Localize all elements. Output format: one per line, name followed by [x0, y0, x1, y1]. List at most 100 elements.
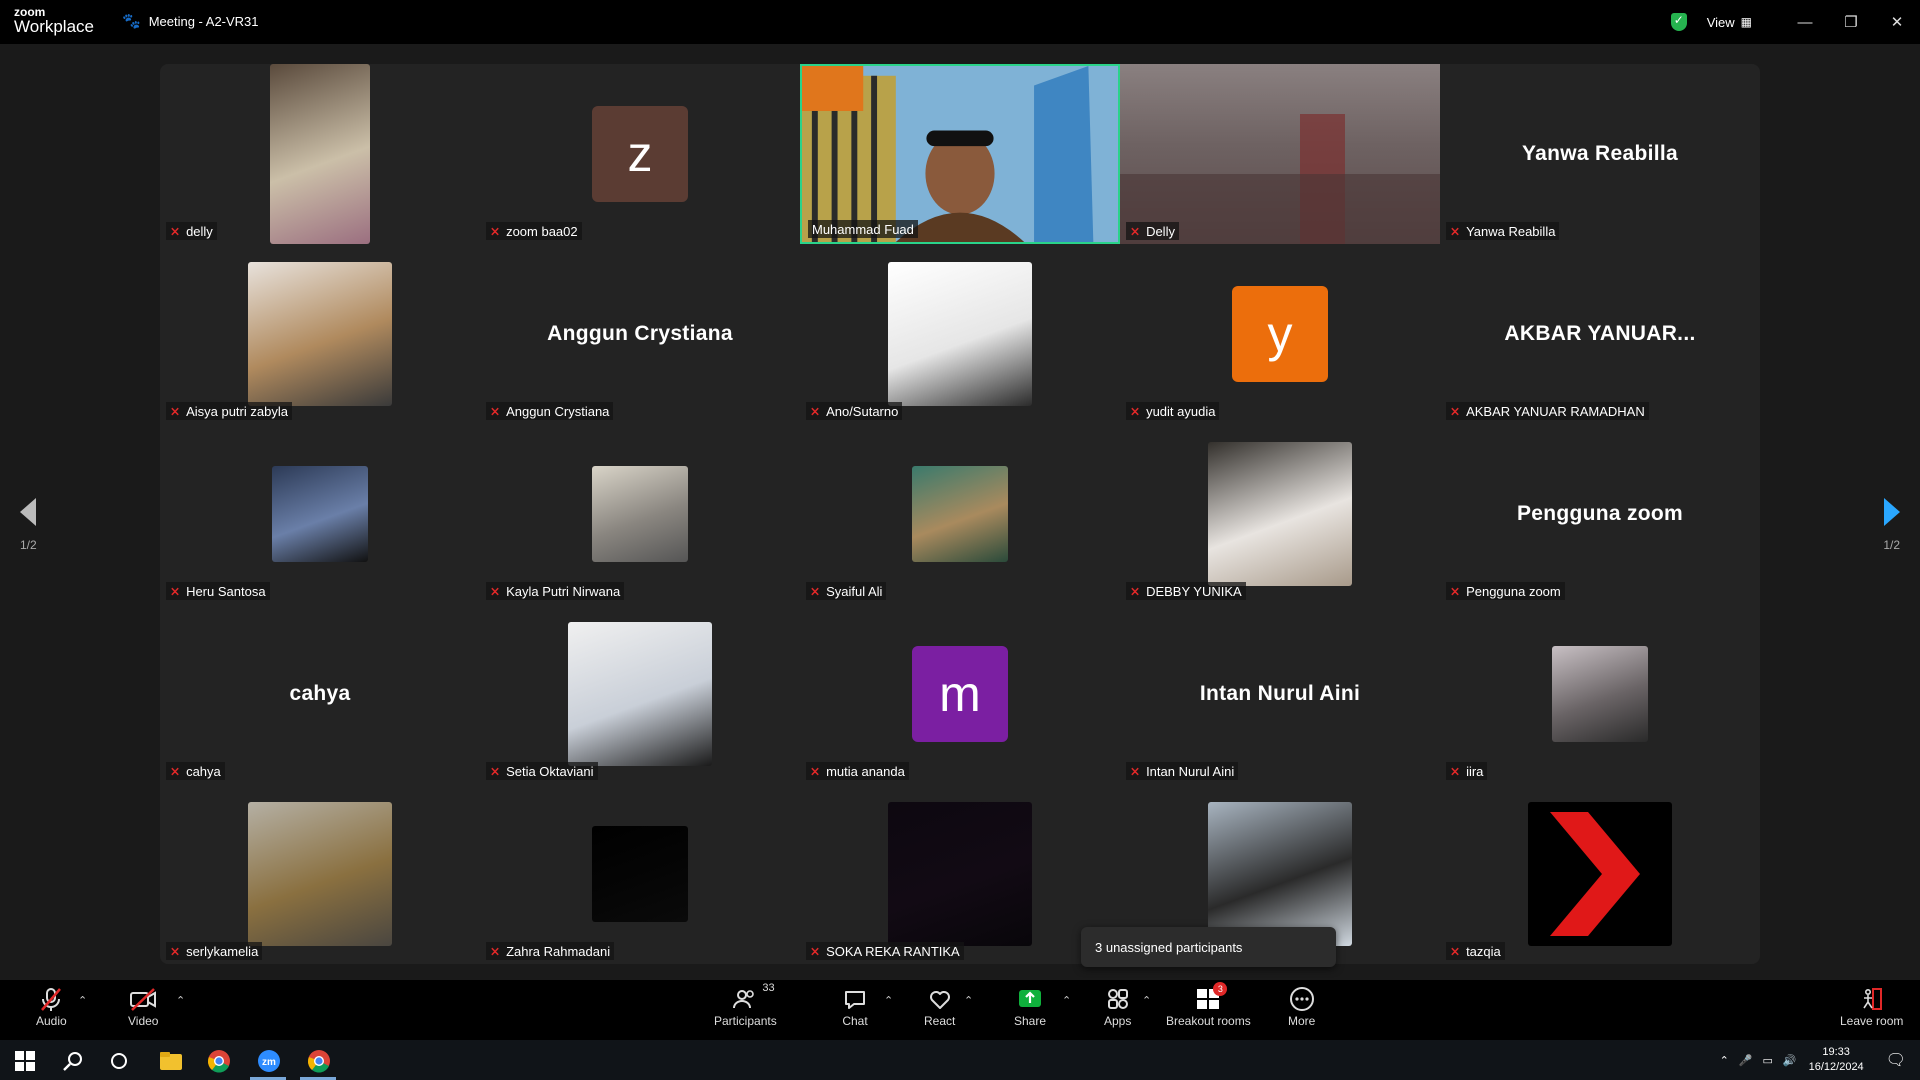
participant-tile[interactable]: Pengguna zoom ⨯ Pengguna zoom — [1440, 424, 1760, 604]
participant-tile[interactable]: Yanwa Reabilla ⨯ Yanwa Reabilla — [1440, 64, 1760, 244]
share-button[interactable]: Share — [1014, 984, 1046, 1028]
audio-options-caret-icon[interactable]: ⌃ — [78, 994, 87, 1007]
participant-tile[interactable]: ⨯ Heru Santosa — [160, 424, 480, 604]
breakout-rooms-button[interactable]: 3 Breakout rooms — [1166, 982, 1251, 1028]
participant-tile[interactable]: AKBAR YANUAR... ⨯ AKBAR YANUAR RAMADHAN — [1440, 244, 1760, 424]
participant-tile[interactable]: Anggun Crystiana ⨯ Anggun Crystiana — [480, 244, 800, 424]
participant-nameplate: ⨯ yudit ayudia — [1126, 402, 1220, 420]
mic-muted-icon: ⨯ — [170, 404, 181, 418]
participant-name: Setia Oktaviani — [506, 763, 594, 779]
participant-tile[interactable]: ⨯ delly — [160, 64, 480, 244]
profile-photo — [1208, 442, 1352, 586]
participant-name: zoom baa02 — [506, 223, 578, 239]
participant-tile[interactable]: ⨯ Kayla Putri Nirwana — [480, 424, 800, 604]
restore-icon[interactable]: ❐ — [1828, 13, 1874, 31]
participant-name: delly — [186, 223, 213, 239]
react-options-caret-icon[interactable]: ⌃ — [964, 994, 973, 1007]
mic-muted-icon: ⨯ — [1450, 224, 1461, 238]
minimize-icon[interactable]: — — [1782, 14, 1828, 31]
participant-nameplate: ⨯ Aisya putri zabyla — [166, 402, 292, 420]
grid-view-icon: ▦ — [1740, 15, 1752, 29]
file-explorer-icon[interactable] — [158, 1048, 184, 1074]
apps-button[interactable]: Apps — [1104, 984, 1131, 1028]
chrome-profile-icon[interactable] — [306, 1048, 332, 1074]
chat-label: Chat — [842, 1014, 868, 1028]
participant-tile[interactable]: ⨯ serlykamelia — [160, 784, 480, 964]
apps-options-caret-icon[interactable]: ⌃ — [1142, 994, 1151, 1007]
mic-muted-icon: ⨯ — [1450, 584, 1461, 598]
participant-tile[interactable]: Muhammad Fuad — [800, 64, 1120, 244]
participant-tile[interactable]: ⨯ Ano/Sutarno — [800, 244, 1120, 424]
previous-page-icon[interactable] — [20, 498, 36, 526]
encryption-shield-icon[interactable] — [1670, 13, 1687, 31]
chat-button[interactable]: Chat — [842, 984, 868, 1028]
mic-muted-icon: ⨯ — [1130, 584, 1141, 598]
clock-time: 19:33 — [1822, 1045, 1850, 1058]
mic-muted-icon: ⨯ — [490, 584, 501, 598]
mic-muted-icon: ⨯ — [1130, 764, 1141, 778]
participant-tile[interactable]: z ⨯ zoom baa02 — [480, 64, 800, 244]
participant-tile[interactable]: Intan Nurul Aini ⨯ Intan Nurul Aini — [1120, 604, 1440, 784]
notifications-icon[interactable]: 🗨 — [1886, 1050, 1906, 1070]
participant-tile[interactable]: y ⨯ yudit ayudia — [1120, 244, 1440, 424]
search-icon[interactable] — [60, 1048, 86, 1074]
mic-muted-icon: ⨯ — [810, 584, 821, 598]
svg-text:zm: zm — [262, 1057, 276, 1068]
participant-name: Pengguna zoom — [1466, 583, 1561, 599]
profile-photo — [912, 466, 1008, 562]
share-options-caret-icon[interactable]: ⌃ — [1062, 994, 1071, 1007]
profile-photo — [248, 802, 392, 946]
windows-taskbar: zm ⌃ 🎤 ▭ 🔊 19:33 16/12/2024 🗨 — [0, 1040, 1920, 1080]
clock[interactable]: 19:33 16/12/2024 — [1809, 1045, 1864, 1076]
popup-text: 3 unassigned participants — [1095, 939, 1243, 955]
participant-tile[interactable]: cahya ⨯ cahya — [160, 604, 480, 784]
share-label: Share — [1014, 1014, 1047, 1028]
next-page-icon[interactable] — [1884, 498, 1900, 526]
participant-tile[interactable]: ⨯ Zahra Rahmadani — [480, 784, 800, 964]
tray-expand-icon[interactable]: ⌃ — [1720, 1054, 1729, 1067]
participant-tile[interactable]: ⨯ SOKA REKA RANTIKA — [800, 784, 1120, 964]
more-button[interactable]: More — [1288, 984, 1315, 1028]
chat-options-caret-icon[interactable]: ⌃ — [884, 994, 893, 1007]
video-button[interactable]: Video — [128, 984, 158, 1028]
react-button[interactable]: React — [924, 984, 955, 1028]
unassigned-participants-popup[interactable]: 3 unassigned participants — [1081, 927, 1336, 967]
participant-tile[interactable]: ⨯ iira — [1440, 604, 1760, 784]
participant-tile[interactable]: ⨯ Aisya putri zabyla — [160, 244, 480, 424]
participant-nameplate: ⨯ mutia ananda — [806, 762, 909, 780]
participant-tile[interactable]: ⨯ Syaiful Ali — [800, 424, 1120, 604]
chrome-icon[interactable] — [206, 1048, 232, 1074]
participant-tile[interactable]: ⨯ tazqia — [1440, 784, 1760, 964]
network-icon[interactable]: ▭ — [1763, 1054, 1773, 1067]
volume-icon[interactable]: 🔊 — [1783, 1054, 1797, 1067]
participant-name: Delly — [1146, 223, 1175, 239]
close-icon[interactable]: ✕ — [1874, 13, 1920, 31]
microphone-tray-icon[interactable]: 🎤 — [1739, 1054, 1753, 1067]
leave-room-button[interactable]: Leave room — [1840, 984, 1903, 1028]
profile-photo — [888, 802, 1032, 946]
participant-tile[interactable]: ⨯ DEBBY YUNIKA — [1120, 424, 1440, 604]
profile-photo — [592, 466, 688, 562]
apps-label: Apps — [1104, 1014, 1132, 1028]
profile-photo — [1208, 802, 1352, 946]
live-video-feed — [1120, 64, 1440, 244]
participant-tile[interactable]: ⨯ Delly — [1120, 64, 1440, 244]
audio-button[interactable]: Audio — [36, 984, 67, 1028]
audio-label: Audio — [36, 1014, 67, 1028]
participant-tile[interactable]: ⨯ Setia Oktaviani — [480, 604, 800, 784]
windows-start-icon[interactable] — [12, 1048, 38, 1074]
participant-tile[interactable]: m ⨯ mutia ananda — [800, 604, 1120, 784]
profile-photo — [888, 262, 1032, 406]
cortana-icon[interactable] — [106, 1048, 132, 1074]
participant-nameplate: ⨯ zoom baa02 — [486, 222, 582, 240]
participant-name: Muhammad Fuad — [812, 221, 914, 237]
share-screen-icon — [1019, 990, 1042, 1007]
participant-display-name: Pengguna zoom — [1516, 502, 1684, 525]
view-button[interactable]: View ▦ — [1707, 15, 1752, 30]
video-options-caret-icon[interactable]: ⌃ — [176, 994, 185, 1007]
participants-icon — [733, 990, 755, 1009]
mic-muted-icon: ⨯ — [170, 224, 181, 238]
mic-muted-icon: ⨯ — [810, 764, 821, 778]
zoom-taskbar-icon[interactable]: zm — [256, 1048, 282, 1074]
participants-button[interactable]: 33 Participants — [714, 982, 777, 1028]
